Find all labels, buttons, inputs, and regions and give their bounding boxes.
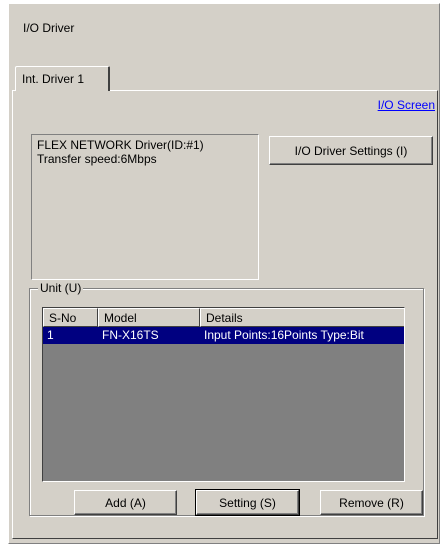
column-header-model[interactable]: Model (98, 308, 200, 327)
io-driver-panel: I/O Driver Int. Driver 1 I/O Screen FLEX… (8, 3, 440, 544)
tab-int-driver-1[interactable]: Int. Driver 1 (15, 66, 110, 91)
transfer-speed-text: Transfer speed:6Mbps (37, 152, 157, 166)
tab-label: Int. Driver 1 (22, 72, 85, 86)
unit-row[interactable]: 1 FN-X16TS Input Points:16Points Type:Bi… (43, 327, 404, 344)
unit-row-details: Input Points:16Points Type:Bit (204, 328, 364, 342)
tab-page: I/O Screen FLEX NETWORK Driver(ID:#1) Tr… (12, 90, 438, 539)
unit-group: Unit (U) S-No Model Details 1 FN-X16TS I… (29, 281, 424, 516)
io-screen-link[interactable]: I/O Screen (378, 98, 435, 112)
column-header-sno[interactable]: S-No (43, 308, 98, 327)
add-button[interactable]: Add (A) (74, 490, 177, 515)
driver-info-box: FLEX NETWORK Driver(ID:#1) Transfer spee… (31, 134, 259, 280)
unit-group-label: Unit (U) (38, 281, 84, 295)
unit-row-sno: 1 (47, 328, 54, 342)
unit-list-header: S-No Model Details (43, 308, 404, 327)
setting-button[interactable]: Setting (S) (195, 489, 300, 516)
driver-name-text: FLEX NETWORK Driver(ID:#1) (37, 138, 204, 152)
unit-row-model: FN-X16TS (102, 328, 159, 342)
remove-button[interactable]: Remove (R) (320, 490, 423, 515)
unit-list[interactable]: S-No Model Details 1 FN-X16TS Input Poin… (42, 307, 405, 482)
io-driver-settings-button[interactable]: I/O Driver Settings (I) (269, 136, 433, 165)
panel-title: I/O Driver (23, 21, 75, 35)
column-header-details[interactable]: Details (200, 308, 404, 327)
